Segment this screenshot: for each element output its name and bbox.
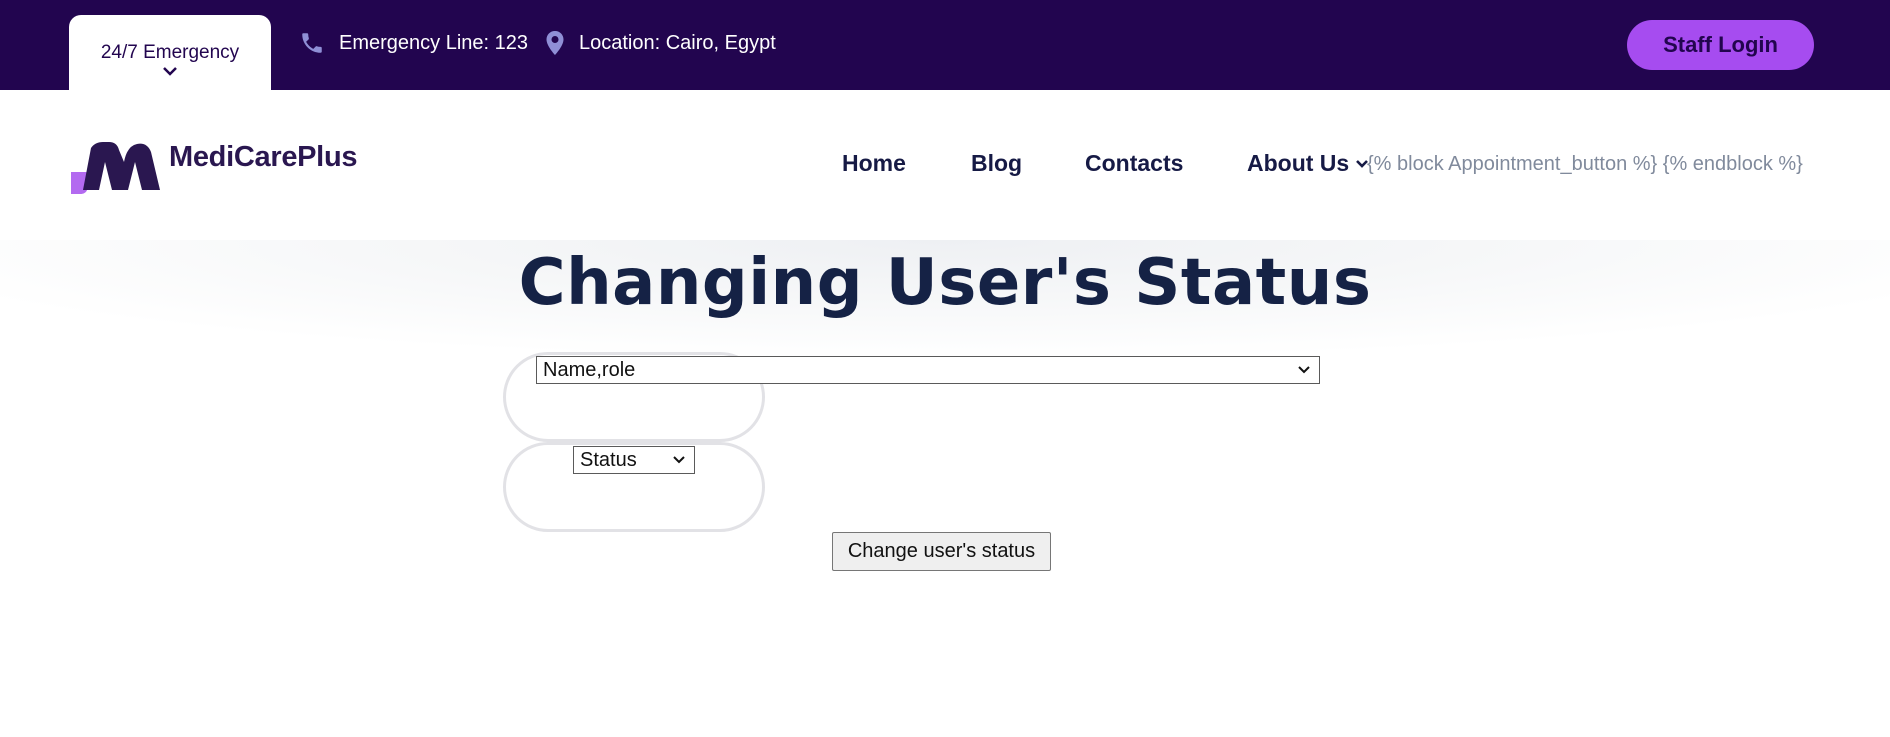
- emergency-line[interactable]: Emergency Line: 123: [299, 30, 528, 56]
- site-header: MediCarePlus Home Blog Contacts About Us…: [0, 90, 1890, 240]
- chevron-down-icon: [163, 67, 177, 76]
- location-info: Location: Cairo, Egypt: [545, 30, 776, 56]
- template-placeholder-text: {% block Appointment_button %} {% endblo…: [1367, 153, 1803, 175]
- status-select-value: Status: [580, 448, 637, 471]
- nav-contacts[interactable]: Contacts: [1085, 150, 1183, 177]
- top-bar: 24/7 Emergency Emergency Line: 123 Locat…: [0, 0, 1890, 90]
- logo[interactable]: MediCarePlus: [71, 140, 357, 196]
- change-status-button[interactable]: Change user's status: [832, 532, 1051, 571]
- nav-blog[interactable]: Blog: [971, 150, 1022, 177]
- staff-login-button[interactable]: Staff Login: [1627, 20, 1814, 70]
- location-pin-icon: [546, 31, 564, 55]
- chevron-down-icon: [673, 456, 685, 464]
- nav-about-us[interactable]: About Us: [1247, 150, 1369, 177]
- user-select[interactable]: Name,role: [536, 356, 1320, 384]
- emergency-label: 24/7 Emergency: [100, 42, 240, 63]
- nav-about-us-label: About Us: [1247, 150, 1350, 176]
- emergency-line-text: Emergency Line: 123: [339, 31, 529, 54]
- user-select-value: Name,role: [543, 358, 636, 381]
- emergency-dropdown[interactable]: 24/7 Emergency: [69, 15, 271, 90]
- logo-mark-icon: [71, 142, 160, 194]
- location-text: Location: Cairo, Egypt: [579, 31, 776, 54]
- page-title: Changing User's Status: [518, 246, 1372, 320]
- chevron-down-icon: [1298, 366, 1310, 374]
- phone-icon: [302, 33, 322, 53]
- nav-home[interactable]: Home: [842, 150, 906, 177]
- logo-text: MediCarePlus: [169, 140, 358, 173]
- status-select[interactable]: Status: [573, 446, 695, 474]
